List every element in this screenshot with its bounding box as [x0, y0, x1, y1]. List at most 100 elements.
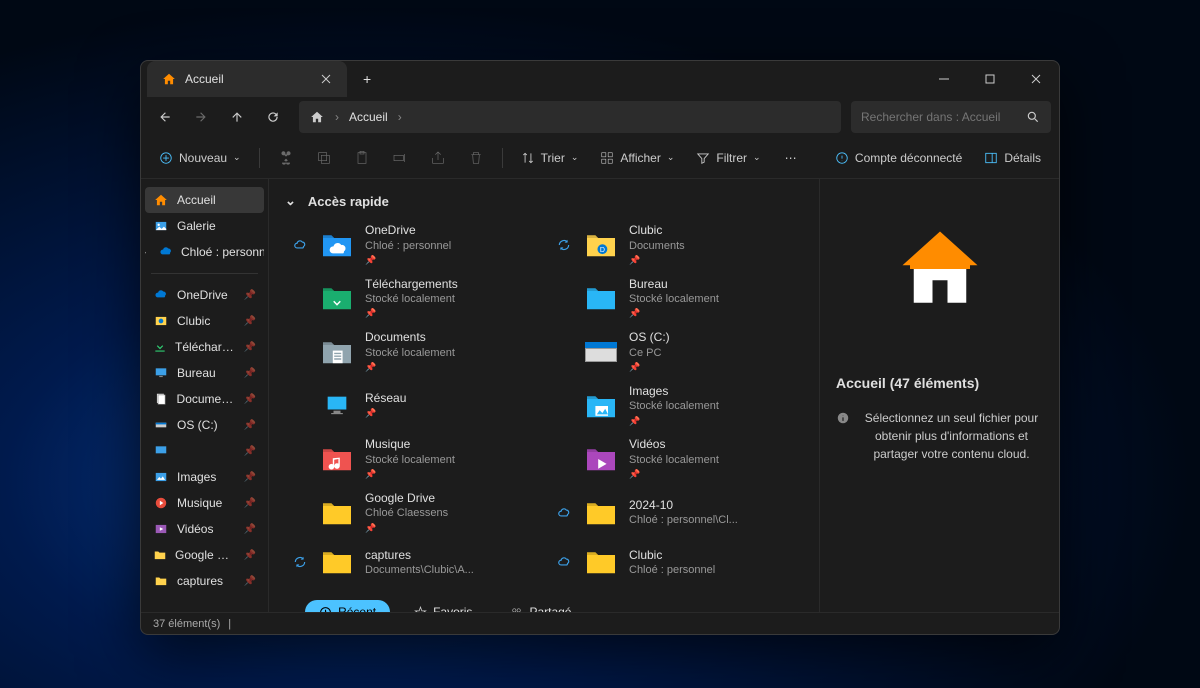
quick-item[interactable]: ImagesStocké localement📌: [549, 380, 803, 432]
quick-item[interactable]: Réseau📌: [285, 380, 539, 432]
details-message: Sélectionnez un seul fichier pour obteni…: [836, 409, 1043, 463]
pin-icon: 📌: [244, 498, 256, 509]
tab-accueil[interactable]: Accueil: [147, 61, 347, 97]
svg-text:D: D: [600, 247, 605, 254]
filter-button[interactable]: Filtrer⌄: [688, 143, 768, 173]
status-count: 37 élément(s): [153, 618, 220, 630]
onedrive-folder-icon: [319, 227, 355, 263]
sidebar-item-vidos[interactable]: Vidéos📌: [145, 516, 264, 542]
view-button[interactable]: Afficher⌄: [592, 143, 682, 173]
minimize-button[interactable]: [921, 61, 967, 97]
paste-button[interactable]: [346, 143, 378, 173]
forward-button[interactable]: [185, 101, 217, 133]
sidebar-item-label: Musique: [177, 496, 222, 510]
sidebar-item-galerie[interactable]: Galerie: [145, 213, 264, 239]
cut-button[interactable]: [270, 143, 302, 173]
sidebar-item-label: Chloé : personnel: [181, 245, 264, 259]
sidebar-item-accueil[interactable]: Accueil: [145, 187, 264, 213]
status-icon: [555, 506, 573, 520]
chevron-down-icon[interactable]: ⌄: [285, 605, 295, 612]
images-folder-icon: [583, 388, 619, 424]
search-input[interactable]: [861, 110, 1021, 124]
new-button[interactable]: Nouveau ⌄: [151, 143, 249, 173]
sidebar-item-osc[interactable]: OS (C:)📌: [145, 412, 264, 438]
home-icon: [153, 192, 169, 208]
item-subtitle: Stocké localement: [365, 453, 455, 467]
quick-item[interactable]: ClubicChloé : personnel: [549, 540, 803, 584]
new-tab-button[interactable]: +: [347, 71, 387, 87]
details-button[interactable]: Détails: [976, 143, 1049, 173]
quick-item[interactable]: TéléchargementsStocké localement📌: [285, 273, 539, 325]
status-icon: [291, 555, 309, 569]
quick-item[interactable]: DocumentsStocké localement📌: [285, 326, 539, 378]
sidebar-item-chlopersonnel[interactable]: › Chloé : personnel: [145, 239, 264, 265]
tab-recent[interactable]: Récent: [305, 600, 390, 612]
quick-item[interactable]: DClubicDocuments📌: [549, 219, 803, 271]
download-folder-icon: [319, 280, 355, 316]
sidebar-item-item[interactable]: 📌: [145, 438, 264, 464]
download-icon: [153, 339, 167, 355]
search-box[interactable]: [851, 101, 1051, 133]
sidebar-item-label: OneDrive: [177, 288, 228, 302]
item-name: 2024-10: [629, 498, 738, 514]
onedrive-icon: [159, 244, 173, 260]
pin-icon: 📌: [365, 308, 458, 320]
folder-icon: [583, 544, 619, 580]
tab-favorites[interactable]: Favoris: [400, 600, 486, 612]
rename-button[interactable]: [384, 143, 416, 173]
status-icon: [555, 555, 573, 569]
up-button[interactable]: [221, 101, 253, 133]
maximize-button[interactable]: [967, 61, 1013, 97]
sidebar-item-label: Vidéos: [177, 522, 213, 536]
breadcrumb[interactable]: › Accueil ›: [299, 101, 841, 133]
item-name: Clubic: [629, 548, 715, 564]
clubic-folder-icon: D: [583, 227, 619, 263]
quick-item[interactable]: Google DriveChloé Claessens📌: [285, 487, 539, 539]
refresh-button[interactable]: [257, 101, 289, 133]
disk-item-icon: [583, 334, 619, 370]
sidebar-item-documents[interactable]: Documents📌: [145, 386, 264, 412]
chevron-down-icon[interactable]: ⌄: [285, 193, 296, 209]
tab-close-button[interactable]: [315, 70, 337, 88]
more-button[interactable]: ⋯: [775, 143, 807, 173]
pin-icon: 📌: [365, 362, 455, 374]
quick-item[interactable]: capturesDocuments\Clubic\A...: [285, 540, 539, 584]
sidebar-item-captures[interactable]: captures📌: [145, 568, 264, 594]
share-button[interactable]: [422, 143, 454, 173]
sidebar-item-onedrive[interactable]: OneDrive📌: [145, 282, 264, 308]
quick-item[interactable]: OneDriveChloé : personnel📌: [285, 219, 539, 271]
sort-button[interactable]: Trier⌄: [513, 143, 587, 173]
delete-button[interactable]: [460, 143, 492, 173]
network-icon: [319, 388, 355, 424]
close-button[interactable]: [1013, 61, 1059, 97]
pin-icon: 📌: [244, 550, 256, 561]
account-button[interactable]: Compte déconnecté: [827, 143, 970, 173]
status-icon: [291, 238, 309, 252]
back-button[interactable]: [149, 101, 181, 133]
pin-icon: 📌: [365, 255, 451, 267]
sidebar-item-bureau[interactable]: Bureau📌: [145, 360, 264, 386]
chevron-right-icon[interactable]: ›: [145, 247, 146, 257]
tab-shared[interactable]: Partagé: [496, 600, 585, 612]
breadcrumb-current[interactable]: Accueil: [349, 110, 388, 124]
home-icon-large: [895, 224, 985, 314]
sidebar-item-clubic[interactable]: Clubic📌: [145, 308, 264, 334]
quick-item[interactable]: MusiqueStocké localement📌: [285, 433, 539, 485]
item-name: Téléchargements: [365, 277, 458, 293]
quick-item[interactable]: BureauStocké localement📌: [549, 273, 803, 325]
pin-icon: 📌: [629, 469, 719, 481]
sidebar-item-images[interactable]: Images📌: [145, 464, 264, 490]
section-header-quickaccess[interactable]: ⌄ Accès rapide: [285, 193, 803, 209]
window-controls: [921, 61, 1059, 97]
sidebar-item-musique[interactable]: Musique 📌: [145, 490, 264, 516]
quick-item[interactable]: 2024-10Chloé : personnel\Cl...: [549, 487, 803, 539]
quick-item[interactable]: VidéosStocké localement📌: [549, 433, 803, 485]
sidebar-item-tlchargements[interactable]: Téléchargements📌: [145, 334, 264, 360]
item-name: OS (C:): [629, 330, 670, 346]
item-subtitle: Documents\Clubic\A...: [365, 563, 474, 577]
sidebar-item-googledrive[interactable]: Google Drive📌: [145, 542, 264, 568]
sidebar-item-label: Images: [177, 470, 216, 484]
quick-item[interactable]: OS (C:)Ce PC📌: [549, 326, 803, 378]
copy-button[interactable]: [308, 143, 340, 173]
item-subtitle: Chloé : personnel: [629, 563, 715, 577]
